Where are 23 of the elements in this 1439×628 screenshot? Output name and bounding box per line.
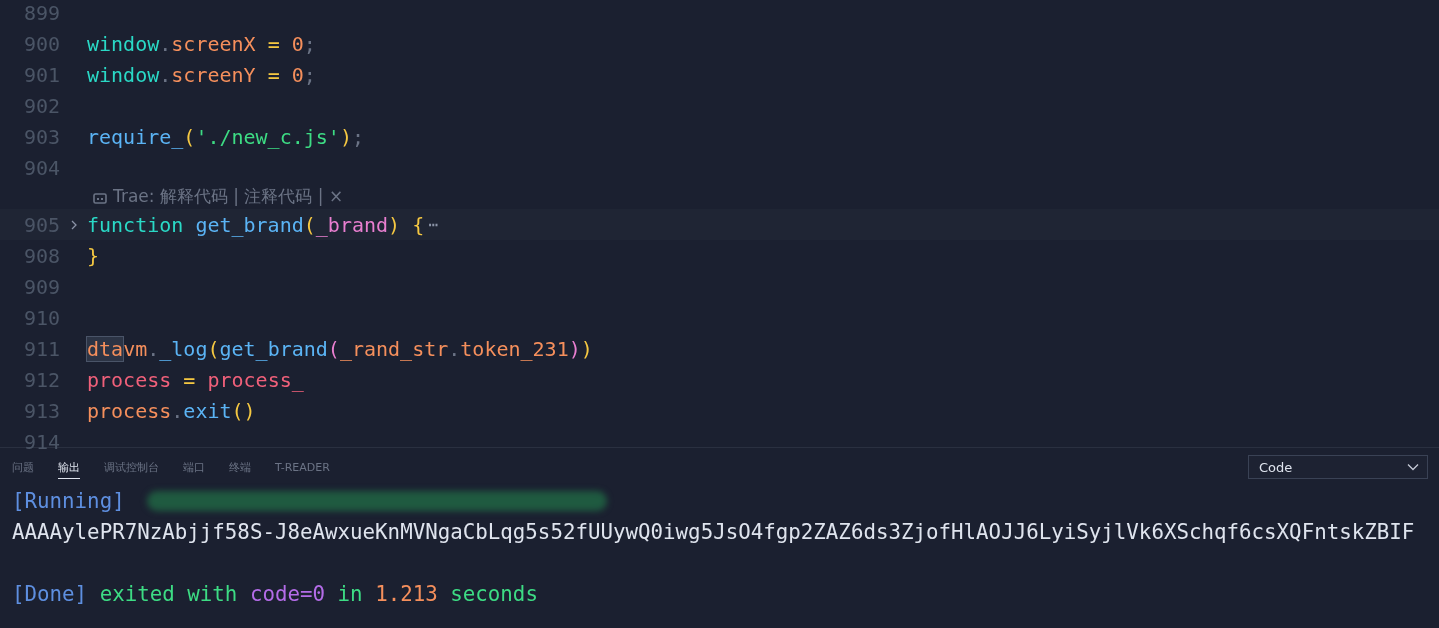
code-line: window.screenX = 0;	[87, 31, 316, 56]
code-line: }	[87, 243, 100, 268]
code-line: require_('./new_c.js');	[87, 124, 364, 149]
output-line: [Done] exited with code=0 in 1.213 seconds	[12, 581, 538, 606]
code-line: window.screenY = 0;	[87, 62, 316, 87]
output-line: AAAAylePR7NzAbjjf58S-J8eAwxueKnMVNgaCbLqg5s52fUUywQ0iwg5JsO4fgp2ZAZ6ds3ZjofHlAOJJ6LyiSyjlVk6XSchqf6csXQFntskZBIF	[12, 519, 1415, 544]
code-line: function get_brand(_brand) {	[87, 212, 425, 237]
panel-tab[interactable]: 调试控制台	[104, 455, 159, 479]
chevron-icon[interactable]	[69, 218, 78, 231]
code-line: process.exit()	[87, 398, 256, 423]
panel-tab[interactable]: 端口	[183, 455, 205, 479]
chevron-down-icon	[1407, 463, 1419, 471]
code-line: dtavm._log(get_brand(_rand_str.token_231))	[87, 336, 593, 361]
panel-tab[interactable]: 输出	[58, 455, 80, 479]
robot-icon	[93, 191, 107, 204]
panel-tab[interactable]: 问题	[12, 455, 34, 479]
code-lens-actions[interactable]: Trae: 解释代码 | 注释代码 | ×	[113, 184, 344, 208]
panel-tab[interactable]: 终端	[229, 455, 251, 479]
output-channel-select[interactable]: Code	[1248, 455, 1428, 479]
panel-tab[interactable]: T-READER	[275, 455, 330, 479]
folded-marker[interactable]: ⋯	[428, 215, 438, 234]
code-line: process = process_	[87, 367, 304, 392]
output-line: [Running]	[12, 488, 125, 513]
